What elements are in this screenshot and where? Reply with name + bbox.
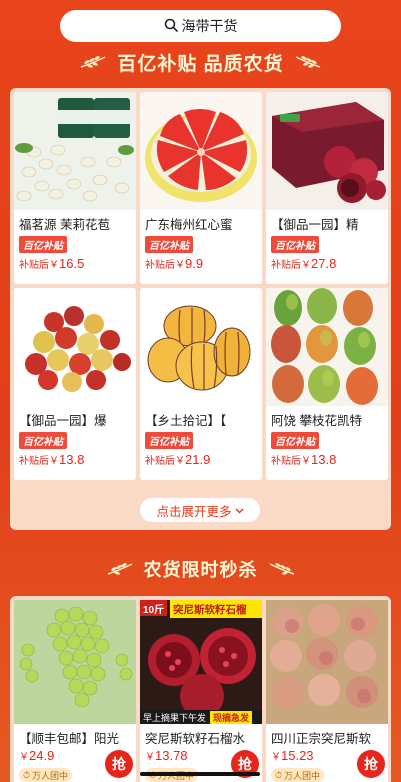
product-image-mango: [266, 288, 388, 406]
image-title-tag: 突尼斯软籽石榴: [170, 600, 262, 618]
product-name: 阿饶 攀枝花凯特: [271, 414, 362, 428]
grab-button[interactable]: 抢: [105, 750, 133, 778]
subsidy-badge: 百亿补贴: [19, 236, 67, 253]
subsidy-panel: 福茗源 茉莉花苞 百亿补贴 补贴后￥16.5 广东梅州红心蜜 百亿补贴 补贴后￥…: [10, 88, 391, 530]
product-image-jasmine-tea: [14, 92, 136, 210]
seckill-header: 农货限时秒杀: [0, 554, 401, 584]
banner-title: 百亿补贴 品质农货: [117, 53, 284, 75]
wheat-icon-left: [107, 563, 132, 575]
product-image-grapes: [14, 600, 136, 724]
product-name: 福茗源 茉莉花苞: [19, 218, 110, 232]
subsidy-badge: 百亿补贴: [19, 432, 67, 449]
product-name: 四川正宗突尼斯软: [271, 732, 372, 746]
clock-icon: ⏱: [23, 769, 31, 780]
seckill-card[interactable]: 10斤 突尼斯软籽石榴 早上摘果下午发 现摘急发 突尼斯软籽石榴水 ￥13.78 …: [140, 600, 262, 782]
product-price: 补贴后￥27.8: [271, 256, 337, 271]
seckill-panel: 【顺丰包邮】阳光 ￥24.9 ⏱万人团中 抢 10斤 突尼斯软籽石榴 早上摘果: [10, 596, 391, 782]
product-price: 补贴后￥16.5: [19, 256, 85, 271]
subsidy-badge: 百亿补贴: [145, 236, 193, 253]
product-image-tunisia-pomegranate: 10斤 突尼斯软籽石榴 早上摘果下午发 现摘急发: [140, 600, 262, 724]
product-name: 【乡土拾记】【: [145, 414, 227, 428]
search-text: 海带干货: [181, 18, 238, 34]
group-buy-badge: ⏱万人团中: [19, 768, 73, 782]
promo-banner: 百亿补贴 品质农货: [0, 46, 401, 78]
product-name: 突尼斯软籽石榴水: [145, 732, 246, 746]
product-image-jujube: [14, 288, 136, 406]
subsidy-badge: 百亿补贴: [271, 432, 319, 449]
product-price: 补贴后￥9.9: [145, 256, 204, 271]
subsidy-badge: 百亿补贴: [271, 236, 319, 253]
product-name: 广东梅州红心蜜: [145, 218, 233, 232]
product-image-sichuan-pomegranate: [266, 600, 388, 724]
seckill-title: 农货限时秒杀: [143, 560, 258, 580]
seckill-card[interactable]: 四川正宗突尼斯软 ￥15.23 ⏱ 万人团中 抢: [266, 600, 388, 782]
product-price: 补贴后￥13.8: [271, 452, 337, 467]
clock-icon: ⏱: [275, 769, 283, 780]
wheat-icon-right: [269, 563, 294, 575]
product-name: 【顺丰包邮】阳光: [19, 732, 120, 746]
chevron-down-icon: [234, 507, 244, 514]
product-card[interactable]: 【御品一园】爆 百亿补贴 补贴后￥13.8: [14, 288, 136, 480]
search-bar[interactable]: 海带干货: [60, 10, 341, 42]
product-card[interactable]: 阿饶 攀枝花凯特 百亿补贴 补贴后￥13.8: [266, 288, 388, 480]
product-card[interactable]: 广东梅州红心蜜 百亿补贴 补贴后￥9.9: [140, 92, 262, 284]
wheat-icon-right: [295, 56, 320, 68]
seckill-card[interactable]: 【顺丰包邮】阳光 ￥24.9 ⏱ 万人团中 抢: [14, 600, 136, 782]
product-card[interactable]: 【御品一园】精 百亿补贴 补贴后￥27.8: [266, 92, 388, 284]
group-buy-badge: ⏱万人团中: [271, 768, 325, 782]
product-image-pomelo: [140, 92, 262, 210]
grab-button[interactable]: 抢: [357, 750, 385, 778]
home-indicator[interactable]: [140, 772, 260, 776]
expand-more-label: 点击展开更多: [156, 504, 232, 519]
product-name: 【御品一园】爆: [19, 414, 107, 428]
product-price: 补贴后￥13.8: [19, 452, 85, 467]
search-icon: [164, 18, 178, 35]
wheat-icon-left: [81, 56, 106, 68]
product-name: 【御品一园】精: [271, 218, 359, 232]
product-card[interactable]: 【乡土拾记】【 百亿补贴 补贴后￥21.9: [140, 288, 262, 480]
weight-tag: 10斤: [140, 600, 168, 616]
expand-more-button[interactable]: 点击展开更多: [140, 498, 260, 522]
image-overlay-strip: 早上摘果下午发 现摘急发: [140, 710, 262, 724]
product-image-pomegranate-box: [266, 92, 388, 210]
subsidy-badge: 百亿补贴: [145, 432, 193, 449]
product-price: 补贴后￥21.9: [145, 452, 211, 467]
product-image-pepino: [140, 288, 262, 406]
product-card[interactable]: 福茗源 茉莉花苞 百亿补贴 补贴后￥16.5: [14, 92, 136, 284]
